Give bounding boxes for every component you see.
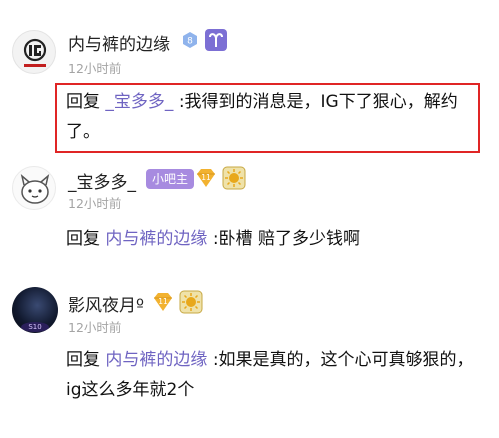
sun-medal-icon <box>222 166 246 190</box>
moderator-tag: 小吧主 <box>146 169 195 189</box>
reply-text: 回复 内与裤的边缘 :卧槽 赔了多少钱啊 <box>66 224 486 254</box>
reply-line1: :如果是真的，这个心可真够狠的， <box>212 350 474 370</box>
timestamp: 12小时前 <box>68 196 122 211</box>
gold-badge-icon: 11 <box>195 167 217 189</box>
username[interactable]: 内与裤的边缘 <box>68 30 170 55</box>
mention-link[interactable]: 内与裤的边缘 <box>105 229 207 249</box>
highlight-box <box>55 83 480 153</box>
reply-text: 回复 内与裤的边缘 :如果是真的，这个心可真够狠的， ig这么多年就2个 <box>66 345 491 405</box>
level-number: 11 <box>201 173 211 182</box>
timestamp: 12小时前 <box>68 320 122 335</box>
svg-text:S10: S10 <box>28 323 41 331</box>
ig-logo-avatar[interactable] <box>12 30 56 74</box>
reply-prefix: 回复 <box>66 229 100 249</box>
level-badge-icon: 8 <box>181 31 199 49</box>
cartoon-avatar[interactable] <box>12 166 56 210</box>
level-number: 11 <box>158 297 168 306</box>
aries-icon <box>205 29 227 51</box>
level-number: 8 <box>187 37 193 47</box>
reply-line2: ig这么多年就2个 <box>66 380 195 400</box>
gold-badge-icon: 11 <box>152 291 174 313</box>
username[interactable]: _宝多多_ <box>68 168 136 193</box>
timestamp: 12小时前 <box>68 61 122 76</box>
mention-link[interactable]: 内与裤的边缘 <box>105 350 207 370</box>
dark-avatar[interactable]: S10 <box>12 287 58 333</box>
reply-prefix: 回复 <box>66 350 100 370</box>
sun-medal-icon <box>179 290 203 314</box>
reply-line1: :卧槽 赔了多少钱啊 <box>212 229 360 249</box>
username[interactable]: 影风夜月º <box>68 291 144 316</box>
